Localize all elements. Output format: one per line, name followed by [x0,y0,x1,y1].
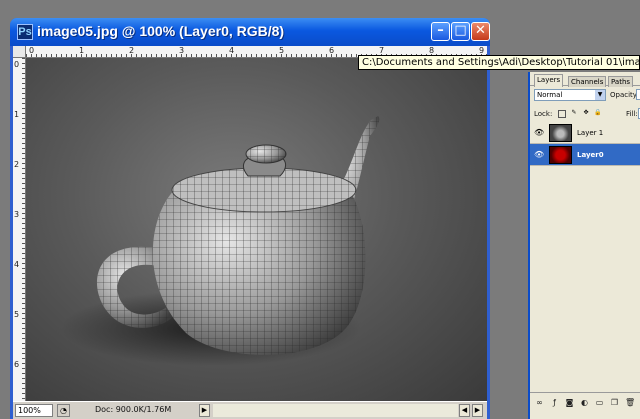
maximize-button[interactable]: □ [451,22,470,41]
tab-channels[interactable]: Channels [568,76,607,87]
mask-icon[interactable]: ◙ [565,398,574,407]
zoom-field[interactable]: 100% [15,404,53,417]
path-tooltip: C:\Documents and Settings\Adi\Desktop\Tu… [358,55,640,70]
layer-thumbnail [549,124,572,142]
lock-brush-icon[interactable]: ✎ [570,110,578,118]
lock-transparency-icon[interactable] [558,110,566,118]
window-title: image05.jpg @ 100% (Layer0, RGB/8) [37,23,285,39]
document-info: Doc: 900.0K/1.76M [95,405,172,414]
ruler-tick-label: 5 [14,310,20,319]
maximize-icon: □ [454,23,467,38]
close-icon: ✕ [475,23,486,38]
ruler-tick-label: 0 [29,46,35,55]
new-layer-icon[interactable]: ❐ [610,398,619,407]
blend-mode-value: Normal [537,91,563,99]
ruler-tick-label: 4 [14,260,20,269]
ruler-tick-label: 3 [14,210,20,219]
layer-name: Layer0 [577,151,604,159]
palette-tabs: Layers Channels Paths [530,74,640,87]
title-bar[interactable]: Ps image05.jpg @ 100% (Layer0, RGB/8) – … [10,18,490,46]
eye-icon[interactable]: 👁 [534,128,544,138]
ruler-tick-label: 7 [379,46,385,55]
layers-palette: Layers Channels Paths Normal ▼ Opacity: … [528,72,640,419]
minimize-button[interactable]: – [431,22,450,41]
palette-footer: ∞ ƒ ◙ ◐ ▭ ❐ 🗑 [530,392,640,419]
chevron-down-icon: ▼ [595,90,605,100]
close-button[interactable]: ✕ [471,22,490,41]
eye-icon[interactable]: 👁 [534,150,544,160]
scroll-left-button[interactable]: ◀ [459,404,470,417]
opacity-input[interactable] [636,89,640,100]
teapot-render [61,116,380,366]
tab-paths[interactable]: Paths [608,76,634,87]
layer-name: Layer 1 [577,129,604,137]
group-icon[interactable]: ▭ [595,398,604,407]
ruler-tick-label: 6 [14,360,20,369]
blend-mode-select[interactable]: Normal ▼ [534,89,606,101]
adjustment-icon[interactable]: ◐ [580,398,589,407]
lock-label: Lock: [534,110,553,118]
lock-all-icon[interactable]: 🔒 [594,110,602,118]
horizontal-scrollbar[interactable] [213,404,458,417]
ruler-tick-label: 8 [429,46,435,55]
trash-icon[interactable]: 🗑 [625,398,635,407]
ruler-tick-label: 4 [229,46,235,55]
lock-move-icon[interactable]: ✥ [582,110,590,118]
vertical-ruler[interactable]: 0 1 2 3 4 5 6 [13,58,26,401]
fill-label: Fill: [626,110,638,118]
layer-thumbnail [549,146,572,164]
ruler-tick-label: 0 [14,60,20,69]
ruler-origin[interactable] [13,46,26,58]
ruler-tick-label: 6 [329,46,335,55]
ruler-tick-label: 9 [479,46,485,55]
ruler-tick-label: 2 [14,160,20,169]
ruler-tick-label: 2 [129,46,135,55]
ruler-tick-label: 5 [279,46,285,55]
document-body: 0 1 2 3 4 5 6 7 8 9 0 1 2 3 4 5 6 100% ◔ Doc: 900.0K/1.… [13,46,487,419]
opacity-label: Opacity: [610,91,639,99]
ruler-tick-label: 3 [179,46,185,55]
image-canvas[interactable] [26,58,487,401]
status-menu-icon[interactable]: ◔ [57,404,70,417]
ruler-tick-label: 1 [14,110,20,119]
status-bar: 100% ◔ Doc: 900.0K/1.76M ▶ ◀ ▶ [13,401,487,419]
photoshop-icon[interactable]: Ps [17,24,33,40]
tab-layers[interactable]: Layers [534,74,564,87]
layer-row-layer-1[interactable]: 👁 Layer 1 [530,122,640,144]
status-arrow-button[interactable]: ▶ [199,404,210,417]
scroll-right-button[interactable]: ▶ [472,404,483,417]
minimize-icon: – [437,23,444,38]
document-window: Ps image05.jpg @ 100% (Layer0, RGB/8) – … [10,18,490,419]
ruler-tick-label: 1 [79,46,85,55]
layer-style-icon[interactable]: ƒ [550,398,559,407]
layer-row-layer0[interactable]: 👁 Layer0 [530,144,640,166]
link-icon[interactable]: ∞ [535,398,544,407]
